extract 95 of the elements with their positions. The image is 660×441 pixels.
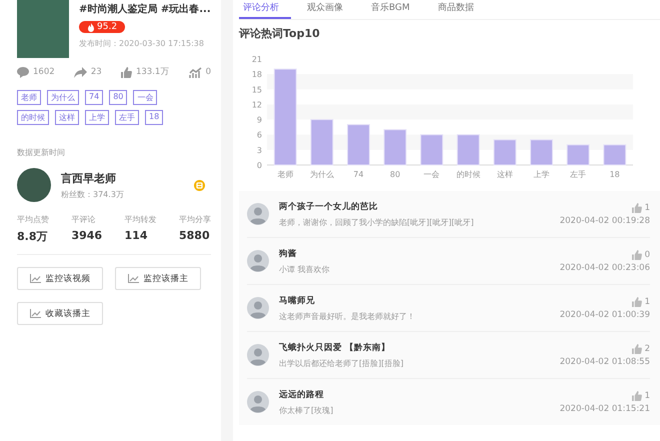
axis-category-label: 18	[610, 170, 620, 179]
axis-tick-label: 15	[252, 85, 262, 94]
keyword-tag[interactable]: 上学	[85, 110, 109, 125]
publish-time: 发布时间：2020-03-30 17:15:38	[79, 38, 205, 49]
comment-icon	[17, 66, 29, 78]
video-title: #时尚潮人鉴定局 #玩出春...	[79, 2, 211, 16]
average-label: 平均点赞	[17, 214, 49, 225]
stat-value: 1602	[33, 67, 55, 77]
update-time-label: 数据更新时间	[17, 147, 66, 158]
line-chart-icon	[30, 309, 40, 318]
stat-value: 133.1万	[136, 66, 170, 78]
keyword-tag[interactable]: 左手	[115, 110, 139, 125]
comment-time: 2020-04-02 01:00:39	[560, 310, 650, 320]
tab[interactable]: 音乐BGM	[367, 0, 422, 19]
axis-category-label: 老师	[277, 170, 294, 179]
user-avatar	[247, 297, 269, 319]
like-count: 1	[644, 202, 650, 212]
thumbs-up-icon	[120, 66, 132, 78]
comment-time: 2020-04-02 01:08:55	[560, 356, 650, 366]
author-name: 言西早老师	[61, 170, 117, 186]
average-label: 平评论	[71, 214, 96, 225]
axis-tick-label: 21	[252, 55, 262, 64]
line-chart-icon	[128, 274, 138, 283]
axis-category-label: 为什么	[310, 170, 334, 179]
monitor-button[interactable]: 监控该播主	[115, 267, 201, 290]
comment-text: 小谭 我喜欢你	[279, 264, 331, 274]
user-avatar	[247, 344, 269, 366]
axis-category-label: 上学	[534, 170, 550, 179]
user-avatar	[247, 391, 269, 413]
average-label: 平均转发	[124, 214, 157, 225]
average-value: 3946	[71, 229, 102, 242]
comment-text: 你太棒了[玫瑰]	[279, 404, 334, 416]
like-count: 1	[644, 296, 650, 306]
video-thumbnail[interactable]	[17, 0, 69, 58]
axis-tick-label: 12	[252, 100, 262, 110]
line-chart-icon	[30, 274, 40, 283]
stat-value: 0	[206, 67, 211, 77]
keyword-tag[interactable]: 74	[85, 90, 104, 105]
axis-tick-label: 3	[256, 146, 262, 155]
user-avatar	[247, 203, 269, 225]
heat-badge: 95.2	[79, 21, 126, 33]
chart-title: 评论热词Top10	[239, 26, 321, 41]
comment-text: 老师，谢谢你，回顾了我小学的缺陷[呲牙][呲牙][呲牙]	[279, 216, 475, 228]
commenter-name: 两个孩子一个女儿的芭比	[279, 200, 379, 212]
axis-category-label: 80	[390, 170, 400, 179]
average-value: 114	[124, 229, 148, 242]
axis-category-label: 这样	[496, 170, 513, 179]
thumbs-up-icon	[632, 390, 642, 400]
commenter-name: 飞蛾扑火只因爱 【黔东南】	[279, 342, 391, 354]
comment-time: 2020-04-02 00:19:28	[560, 216, 650, 226]
axis-tick-label: 18	[252, 70, 262, 80]
axis-tick-label: 6	[256, 130, 262, 140]
trend-chart-icon	[188, 66, 202, 78]
tab[interactable]: 商品数据	[434, 0, 486, 19]
keyword-tag[interactable]: 这样	[55, 110, 79, 125]
axis-category-label: 左手	[570, 170, 586, 179]
thumbs-up-icon	[632, 296, 642, 306]
thumbs-up-icon	[632, 344, 642, 354]
keyword-tag[interactable]: 一会	[133, 90, 158, 105]
comment-time: 2020-04-02 01:15:21	[560, 404, 650, 414]
comment-time: 2020-04-02 00:23:06	[560, 262, 650, 272]
average-value: 5880	[178, 229, 211, 242]
commenter-name: 远远的路程	[279, 388, 325, 400]
flame-icon	[87, 22, 95, 32]
stat-value: 23	[90, 67, 102, 77]
thumbs-up-icon	[632, 250, 642, 260]
like-count: 1	[644, 390, 650, 400]
axis-category-label: 的时候	[456, 170, 480, 179]
like-count: 2	[644, 344, 650, 354]
comment-text: 这老师声音最好听。是我老师就好了！	[279, 310, 416, 322]
average-value: 8.8万	[17, 229, 48, 244]
average-label: 平均分享	[178, 214, 211, 225]
keyword-tag[interactable]: 老师	[17, 90, 41, 105]
axis-category-label: 74	[353, 170, 364, 179]
tab[interactable]: 评论分析	[239, 0, 291, 19]
keyword-tag[interactable]: 为什么	[47, 90, 79, 105]
keyword-tag[interactable]: 的时候	[17, 110, 49, 125]
commenter-name: 马嘴师兄	[279, 294, 316, 306]
axis-category-label: 一会	[424, 170, 440, 179]
like-count: 0	[644, 250, 650, 260]
fans-count: 粉丝数：374.3万	[61, 188, 125, 200]
coin-icon	[194, 180, 205, 190]
monitor-button[interactable]: 监控该视频	[17, 267, 103, 290]
user-avatar	[247, 250, 269, 272]
share-icon	[74, 66, 87, 78]
monitor-button[interactable]: 收藏该播主	[17, 302, 103, 325]
keyword-tag[interactable]: 18	[145, 110, 164, 125]
comment-text: 出学以后都还给老师了[捂脸][捂脸]	[279, 358, 404, 368]
tab[interactable]: 观众画像	[303, 0, 355, 19]
author-avatar	[17, 168, 51, 202]
keyword-tag[interactable]: 80	[109, 90, 128, 105]
thumbs-up-icon	[632, 202, 642, 212]
commenter-name: 狗酱	[279, 248, 298, 260]
axis-tick-label: 9	[256, 116, 262, 125]
axis-tick-label: 0	[256, 161, 262, 170]
